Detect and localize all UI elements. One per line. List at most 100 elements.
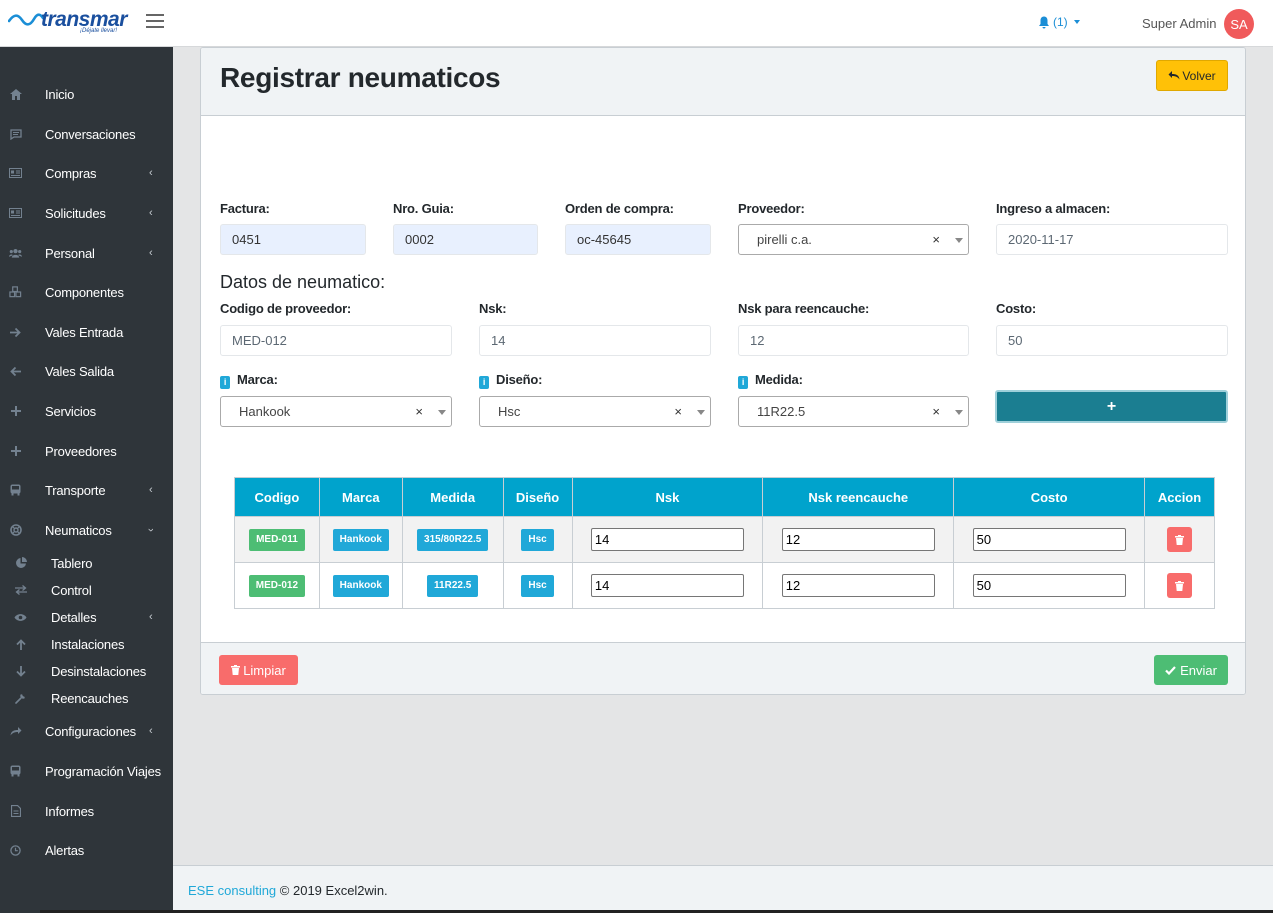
factura-value: 0451 xyxy=(232,232,261,247)
sidebar-item-label: Vales Salida xyxy=(45,363,114,379)
guia-field[interactable]: 0002 xyxy=(393,224,538,255)
sidebar-item-label: Compras xyxy=(45,165,97,181)
sidebar-item-label: Transporte xyxy=(45,482,106,498)
proveedor-select[interactable]: pirelli c.a. × xyxy=(738,224,969,255)
sidebar-item-alertas[interactable]: Alertas xyxy=(0,836,173,864)
medida-label: i Medida: xyxy=(738,372,803,389)
sidebar-item-instalaciones[interactable]: Instalaciones xyxy=(0,630,173,658)
avatar[interactable]: SA xyxy=(1224,9,1254,39)
notifications-dropdown[interactable]: (1) xyxy=(1038,15,1080,29)
ese-consulting-link[interactable]: ESE consulting xyxy=(188,883,276,898)
delete-row-button[interactable] xyxy=(1167,573,1193,598)
chevron-down-icon: ‹ xyxy=(144,528,157,532)
sidebar-item-tablero[interactable]: Tablero xyxy=(0,549,173,577)
back-button[interactable]: Volver xyxy=(1156,60,1228,91)
sidebar-item-solicitudes[interactable]: Solicitudes ‹ xyxy=(0,199,173,227)
nsk-reencauche-field[interactable]: 12 xyxy=(738,325,969,356)
nsk-input[interactable]: 14 xyxy=(590,528,744,551)
ingreso-date-field[interactable]: 2020-11-17 xyxy=(996,224,1228,255)
column-header: Codigo xyxy=(234,477,320,517)
nsk-cell: 14 xyxy=(571,562,764,609)
send-button[interactable]: Enviar xyxy=(1154,655,1228,685)
copyright-text: © 2019 Excel2win. xyxy=(279,883,388,898)
clear-icon[interactable]: × xyxy=(674,404,682,419)
ingreso-value: 2020-11-17 xyxy=(1008,232,1074,247)
marca-cell: Hankook xyxy=(318,516,403,563)
sidebar-item-control[interactable]: Control xyxy=(0,576,173,604)
diseno-label: i Diseño: xyxy=(479,372,542,389)
sidebar-item-personal[interactable]: Personal ‹ xyxy=(0,239,173,267)
orden-compra-value: oc-45645 xyxy=(577,232,632,247)
marca-badge: Hankook xyxy=(332,528,389,551)
sidebar-item-label: Vales Entrada xyxy=(45,324,124,340)
check-icon xyxy=(1165,665,1176,675)
nsk-reencauche-input[interactable]: 12 xyxy=(781,574,935,597)
exchange-icon xyxy=(14,584,27,597)
sidebar-item-label: Configuraciones xyxy=(45,723,136,739)
home-icon xyxy=(9,88,22,101)
sidebar-item-transporte[interactable]: Transporte ‹ xyxy=(0,476,173,504)
clear-icon[interactable]: × xyxy=(932,232,940,247)
table-header-row: Codigo Marca Medida Diseño Nsk Nsk reenc… xyxy=(234,477,1215,517)
sidebar-item-desinstalaciones[interactable]: Desinstalaciones xyxy=(0,657,173,685)
nsk-input[interactable]: 14 xyxy=(590,574,744,597)
nsk-reencauche-label: Nsk para reencauche: xyxy=(738,301,870,316)
sidebar-item-detalles[interactable]: Detalles ‹ xyxy=(0,603,173,631)
sidebar-item-programacion-viajes[interactable]: Programación Viajes xyxy=(0,757,173,785)
marca-label: i Marca: xyxy=(220,372,278,389)
costo-field[interactable]: 50 xyxy=(996,325,1228,356)
orden-compra-field[interactable]: oc-45645 xyxy=(565,224,711,255)
codigo-proveedor-field[interactable]: MED-012 xyxy=(220,325,452,356)
sidebar: Inicio Conversaciones Compras ‹ Solicitu… xyxy=(0,47,173,913)
clear-button[interactable]: Limpiar xyxy=(219,655,298,685)
codigo-badge: MED-011 xyxy=(249,528,305,551)
delete-row-button[interactable] xyxy=(1167,527,1193,552)
sidebar-item-servicios[interactable]: Servicios xyxy=(0,397,173,425)
medida-cell: 315/80R22.5 xyxy=(401,516,504,563)
life-ring-icon xyxy=(9,524,22,537)
costo-input[interactable]: 50 xyxy=(972,528,1126,551)
plus-icon xyxy=(9,445,22,458)
chevron-left-icon: ‹ xyxy=(149,484,153,496)
cubes-icon xyxy=(9,286,22,299)
menu-toggle-icon[interactable] xyxy=(146,14,164,30)
dropdown-arrow-icon xyxy=(955,410,963,415)
nsk-reencauche-input[interactable]: 12 xyxy=(781,528,935,551)
factura-field[interactable]: 0451 xyxy=(220,224,366,255)
sidebar-item-componentes[interactable]: Componentes xyxy=(0,278,173,306)
sidebar-item-reencauches[interactable]: Reencauches xyxy=(0,684,173,712)
nsk-reencauche-cell: 12 xyxy=(762,562,955,609)
sidebar-item-conversaciones[interactable]: Conversaciones xyxy=(0,120,173,148)
marca-value: Hankook xyxy=(239,404,291,419)
diseno-select[interactable]: Hsc × xyxy=(479,396,711,427)
tires-table: Codigo Marca Medida Diseño Nsk Nsk reenc… xyxy=(234,477,1215,609)
sidebar-item-neumaticos[interactable]: Neumaticos ‹ xyxy=(0,516,173,544)
medida-select[interactable]: 11R22.5 × xyxy=(738,396,969,427)
sidebar-item-vales-entrada[interactable]: Vales Entrada xyxy=(0,318,173,346)
guia-label: Nro. Guia: xyxy=(393,201,454,216)
info-icon: i xyxy=(479,376,489,389)
clear-icon[interactable]: × xyxy=(932,404,940,419)
plus-icon: + xyxy=(1106,397,1117,415)
nsk-reencauche-value: 12 xyxy=(750,333,765,348)
costo-input[interactable]: 50 xyxy=(972,574,1126,597)
trash-icon xyxy=(1175,534,1185,545)
sidebar-item-inicio[interactable]: Inicio xyxy=(0,80,173,108)
transmar-logo[interactable]: transmar ¡Déjate llevar! xyxy=(8,8,127,37)
guia-value: 0002 xyxy=(405,232,434,247)
sidebar-item-informes[interactable]: Informes xyxy=(0,797,173,825)
sidebar-item-vales-salida[interactable]: Vales Salida xyxy=(0,357,173,385)
sidebar-item-compras[interactable]: Compras ‹ xyxy=(0,159,173,187)
marca-select[interactable]: Hankook × xyxy=(220,396,452,427)
add-tire-button[interactable]: + xyxy=(995,390,1228,423)
sidebar-item-configuraciones[interactable]: Configuraciones ‹ xyxy=(0,717,173,745)
nsk-reencauche-cell: 12 xyxy=(762,516,955,563)
sidebar-item-proveedores[interactable]: Proveedores xyxy=(0,437,173,465)
sidebar-item-label: Neumaticos xyxy=(45,522,112,538)
arrow-left-icon xyxy=(9,365,22,378)
nsk-field[interactable]: 14 xyxy=(479,325,711,356)
clear-icon[interactable]: × xyxy=(415,404,423,419)
nsk-value: 14 xyxy=(491,333,506,348)
user-name[interactable]: Super Admin xyxy=(1142,16,1216,31)
costo-cell: 50 xyxy=(953,516,1146,563)
